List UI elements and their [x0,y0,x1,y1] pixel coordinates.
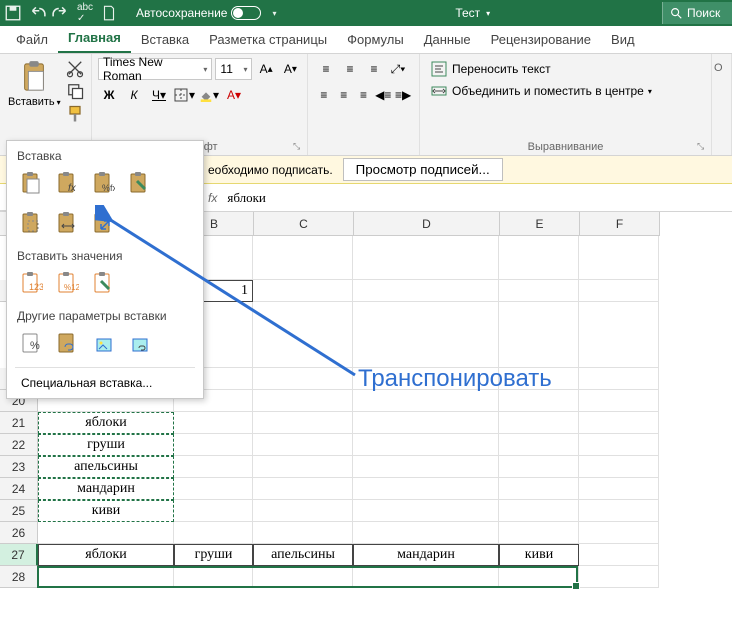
search-label: Поиск [687,6,720,20]
ribbon-tabs: Файл Главная Вставка Разметка страницы Ф… [0,26,732,54]
cell[interactable]: груши [174,544,253,566]
decrease-indent-button[interactable]: ◀≡ [373,84,393,106]
cell[interactable]: киви [499,544,579,566]
cut-button[interactable] [65,58,85,78]
annotation-text: Транспонировать [358,365,552,393]
paste-formatting-button[interactable]: % [15,327,47,359]
cell[interactable]: мандарин [38,478,174,500]
autosave-label: Автосохранение [136,6,227,20]
merge-center-button[interactable]: Объединить и поместить в центре ▾ [426,80,705,102]
cell[interactable]: яблоки [38,412,174,434]
col-header[interactable]: D [354,212,500,236]
align-right-button[interactable]: ≡ [354,84,374,106]
align-top-button[interactable]: ≡ [314,58,338,80]
tab-file[interactable]: Файл [6,26,58,53]
row-header[interactable]: 25 [0,500,38,522]
paste-formulas-button[interactable]: fx [51,167,83,199]
annotation-arrow [95,205,365,385]
tab-review[interactable]: Рецензирование [481,26,601,53]
title-dropdown-icon[interactable]: ▾ [486,9,490,18]
decrease-font-button[interactable]: A▾ [280,58,301,80]
titlebar: abc✓ Автосохранение ▾ Тест ▾ Поиск [0,0,732,26]
col-header[interactable]: F [580,212,660,236]
align-bottom-button[interactable]: ≡ [362,58,386,80]
paste-all-button[interactable] [15,167,47,199]
paste-keep-column-widths-button[interactable] [51,207,83,239]
bold-button[interactable]: Ж [98,84,120,106]
col-header[interactable]: E [500,212,580,236]
svg-text:fx: fx [68,183,77,194]
align-left-button[interactable]: ≡ [314,84,334,106]
wrap-text-button[interactable]: Переносить текст [426,58,705,80]
row-header[interactable]: 28 [0,566,38,588]
wrap-merge-group: Переносить текст Объединить и поместить … [420,54,712,155]
redo-icon[interactable] [52,4,70,22]
alignment-group-launcher[interactable]: ⤡ [697,141,707,151]
row-header[interactable]: 26 [0,522,38,544]
cell[interactable]: апельсины [253,544,353,566]
paste-button[interactable]: Вставить▾ [6,58,63,124]
document-title: Тест [455,6,480,20]
format-painter-button[interactable] [65,104,85,124]
tab-formulas[interactable]: Формулы [337,26,414,53]
spellcheck-icon[interactable]: abc✓ [76,4,94,22]
fill-color-button[interactable]: ▾ [198,84,220,106]
row-header[interactable]: 27 [0,544,38,566]
row-header[interactable]: 24 [0,478,38,500]
underline-button[interactable]: Ч▾ [148,84,170,106]
svg-text:%123: %123 [64,283,79,292]
paste-heading: Вставка [11,145,199,165]
paste-link-button[interactable] [51,327,83,359]
align-center-button[interactable]: ≡ [334,84,354,106]
number-group-partial: О [712,54,732,155]
tab-page-layout[interactable]: Разметка страницы [199,26,337,53]
orientation-button[interactable]: ⤢▾ [386,58,410,80]
cell[interactable]: груши [38,434,174,456]
undo-icon[interactable] [28,4,46,22]
cell[interactable]: яблоки [38,544,174,566]
paste-formulas-number-format-button[interactable]: %fx [87,167,119,199]
svg-text:%fx: %fx [102,183,115,193]
search-icon [669,6,683,20]
search-box[interactable]: Поиск [662,2,732,24]
align-middle-button[interactable]: ≡ [338,58,362,80]
alignment-group-label: Выравнивание [426,139,705,153]
tab-view[interactable]: Вид [601,26,645,53]
paste-no-borders-button[interactable] [15,207,47,239]
formula-value[interactable]: яблоки [227,190,266,206]
signature-message-text: еобходимо подписать. [208,163,333,177]
alignment-group: ≡ ≡ ≡ ⤢▾ ≡ ≡ ≡ ◀≡ ≡▶ [308,54,420,155]
save-icon[interactable] [4,4,22,22]
cell[interactable]: киви [38,500,174,522]
row-header[interactable]: 23 [0,456,38,478]
copy-button[interactable] [65,81,85,101]
cell[interactable]: мандарин [353,544,499,566]
cell[interactable]: апельсины [38,456,174,478]
italic-button[interactable]: К [123,84,145,106]
font-size-combo[interactable]: 11 [215,58,252,80]
dropdown-icon[interactable]: ▾ [265,4,283,22]
file-icon[interactable] [100,4,118,22]
tab-insert[interactable]: Вставка [131,26,199,53]
paste-values-button[interactable]: 123 [15,267,47,299]
borders-button[interactable]: ▾ [173,84,195,106]
font-color-button[interactable]: A▾ [223,84,245,106]
svg-text:123: 123 [29,282,43,292]
row-header[interactable]: 21 [0,412,38,434]
tab-home[interactable]: Главная [58,24,131,53]
svg-text:%: % [30,340,40,352]
font-name-combo[interactable]: Times New Roman [98,58,212,80]
autosave-toggle[interactable] [231,6,261,20]
tab-data[interactable]: Данные [414,26,481,53]
view-signatures-button[interactable]: Просмотр подписей... [343,158,503,181]
increase-indent-button[interactable]: ≡▶ [393,84,413,106]
font-group-launcher[interactable]: ⤡ [293,141,303,151]
paste-values-number-format-button[interactable]: %123 [51,267,83,299]
paste-keep-source-formatting-button[interactable] [123,167,155,199]
row-header[interactable]: 22 [0,434,38,456]
increase-font-button[interactable]: A▴ [255,58,276,80]
